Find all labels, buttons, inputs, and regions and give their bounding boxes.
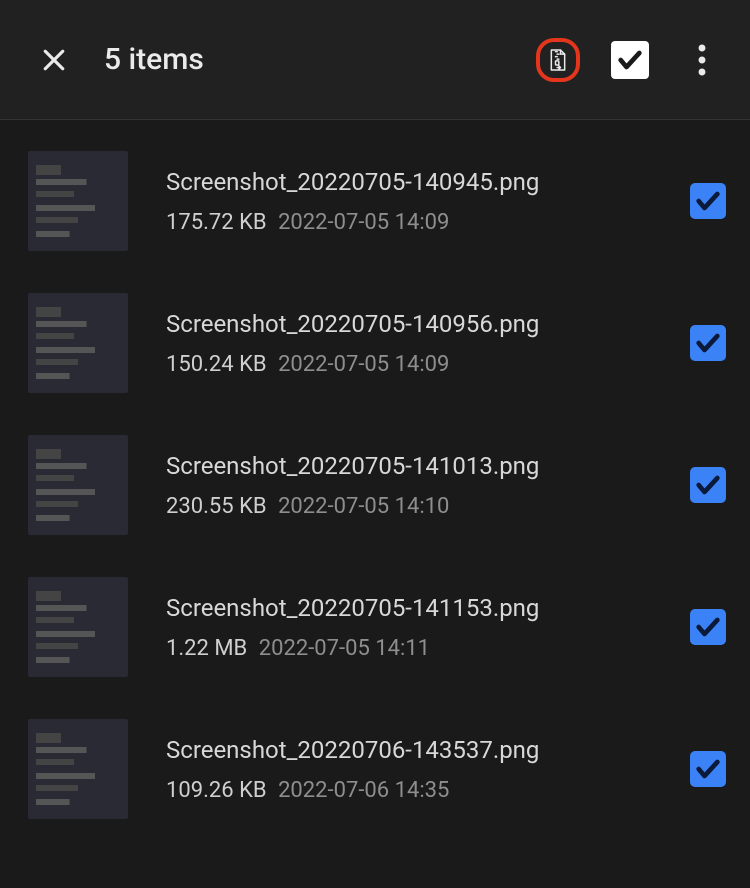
file-thumbnail <box>28 151 128 251</box>
file-info: Screenshot_20220706-143537.png 109.26 KB… <box>166 736 680 803</box>
select-all-checkbox-icon <box>611 41 649 79</box>
file-checkbox[interactable] <box>690 467 726 503</box>
header-actions <box>536 38 724 82</box>
file-name: Screenshot_20220705-141013.png <box>166 452 680 480</box>
check-icon <box>694 613 722 641</box>
file-row[interactable]: Screenshot_20220706-143537.png 109.26 KB… <box>0 698 750 840</box>
file-meta: 109.26 KB 2022-07-06 14:35 <box>166 778 680 803</box>
file-checkbox[interactable] <box>690 183 726 219</box>
file-name: Screenshot_20220705-140956.png <box>166 310 680 338</box>
file-meta: 1.22 MB 2022-07-05 14:11 <box>166 636 680 661</box>
file-info: Screenshot_20220705-140956.png 150.24 KB… <box>166 310 680 377</box>
selection-header: 5 items <box>0 0 750 120</box>
file-name: Screenshot_20220705-141153.png <box>166 594 680 622</box>
file-meta: 150.24 KB 2022-07-05 14:09 <box>166 352 680 377</box>
file-size: 230.55 KB <box>166 494 267 519</box>
file-row[interactable]: Screenshot_20220705-141013.png 230.55 KB… <box>0 414 750 556</box>
close-icon <box>39 45 69 75</box>
file-checkbox[interactable] <box>690 325 726 361</box>
file-thumbnail <box>28 293 128 393</box>
file-date: 2022-07-05 14:09 <box>278 352 449 377</box>
check-icon <box>694 471 722 499</box>
check-icon <box>694 187 722 215</box>
selection-count-title: 5 items <box>104 42 536 77</box>
file-meta: 175.72 KB 2022-07-05 14:09 <box>166 210 680 235</box>
file-info: Screenshot_20220705-141153.png 1.22 MB 2… <box>166 594 680 661</box>
more-vert-icon <box>698 44 706 76</box>
file-info: Screenshot_20220705-140945.png 175.72 KB… <box>166 168 680 235</box>
check-icon <box>694 329 722 357</box>
file-checkbox[interactable] <box>690 609 726 645</box>
compress-icon <box>548 39 568 81</box>
file-thumbnail <box>28 577 128 677</box>
file-date: 2022-07-05 14:09 <box>278 210 449 235</box>
close-button[interactable] <box>30 36 78 84</box>
file-size: 109.26 KB <box>166 778 267 803</box>
compress-button[interactable] <box>536 38 580 82</box>
file-thumbnail <box>28 719 128 819</box>
file-date: 2022-07-05 14:11 <box>259 636 430 661</box>
file-name: Screenshot_20220706-143537.png <box>166 736 680 764</box>
file-thumbnail <box>28 435 128 535</box>
file-row[interactable]: Screenshot_20220705-141153.png 1.22 MB 2… <box>0 556 750 698</box>
select-all-button[interactable] <box>608 38 652 82</box>
file-row[interactable]: Screenshot_20220705-140945.png 175.72 KB… <box>0 130 750 272</box>
file-size: 175.72 KB <box>166 210 267 235</box>
file-name: Screenshot_20220705-140945.png <box>166 168 680 196</box>
more-options-button[interactable] <box>680 38 724 82</box>
check-icon <box>694 755 722 783</box>
file-date: 2022-07-05 14:10 <box>278 494 449 519</box>
file-info: Screenshot_20220705-141013.png 230.55 KB… <box>166 452 680 519</box>
file-row[interactable]: Screenshot_20220705-140956.png 150.24 KB… <box>0 272 750 414</box>
file-checkbox[interactable] <box>690 751 726 787</box>
file-list: Screenshot_20220705-140945.png 175.72 KB… <box>0 120 750 850</box>
file-meta: 230.55 KB 2022-07-05 14:10 <box>166 494 680 519</box>
file-size: 1.22 MB <box>166 636 247 661</box>
file-size: 150.24 KB <box>166 352 267 377</box>
file-date: 2022-07-06 14:35 <box>278 778 449 803</box>
